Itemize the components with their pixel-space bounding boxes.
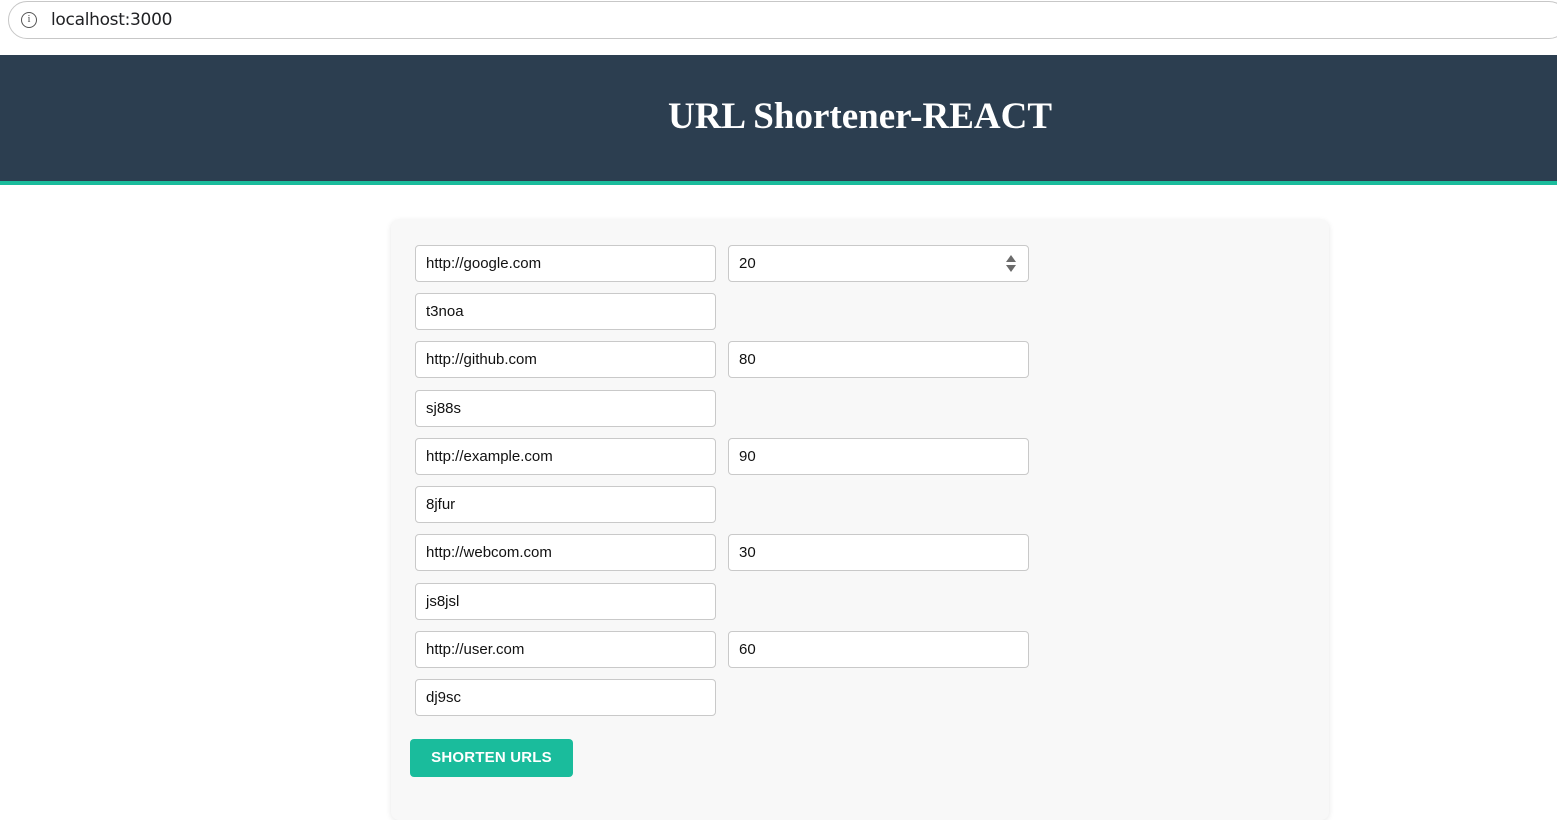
validity-input[interactable]: 20 [728,245,1029,282]
url-form-card: http://google.com 20 t3noa http://github… [391,220,1329,820]
validity-input[interactable]: 60 [728,631,1029,668]
validity-input[interactable]: 80 [728,341,1029,378]
app-header: URL Shortener-REACT [0,55,1557,185]
validity-value: 20 [739,255,756,272]
info-icon[interactable]: i [21,12,37,28]
shortcode-input[interactable]: sj88s [415,390,716,427]
number-spinner-icon[interactable] [1006,255,1016,273]
address-bar[interactable]: i localhost:3000 [8,1,1557,39]
shortcode-input[interactable]: t3noa [415,293,716,330]
shorten-urls-button[interactable]: SHORTEN URLS [410,739,573,777]
url-input[interactable]: http://example.com [415,438,716,475]
url-input[interactable]: http://github.com [415,341,716,378]
url-input[interactable]: http://user.com [415,631,716,668]
spin-down-icon[interactable] [1006,265,1016,272]
shortcode-input[interactable]: dj9sc [415,679,716,716]
url-input[interactable]: http://webcom.com [415,534,716,571]
shortcode-input[interactable]: js8jsl [415,583,716,620]
address-url[interactable]: localhost:3000 [51,10,172,30]
validity-input[interactable]: 30 [728,534,1029,571]
validity-input[interactable]: 90 [728,438,1029,475]
spin-up-icon[interactable] [1006,255,1016,262]
shortcode-input[interactable]: 8jfur [415,486,716,523]
url-input[interactable]: http://google.com [415,245,716,282]
browser-bar: i localhost:3000 [0,0,1557,48]
page-title: URL Shortener-REACT [667,96,1053,137]
